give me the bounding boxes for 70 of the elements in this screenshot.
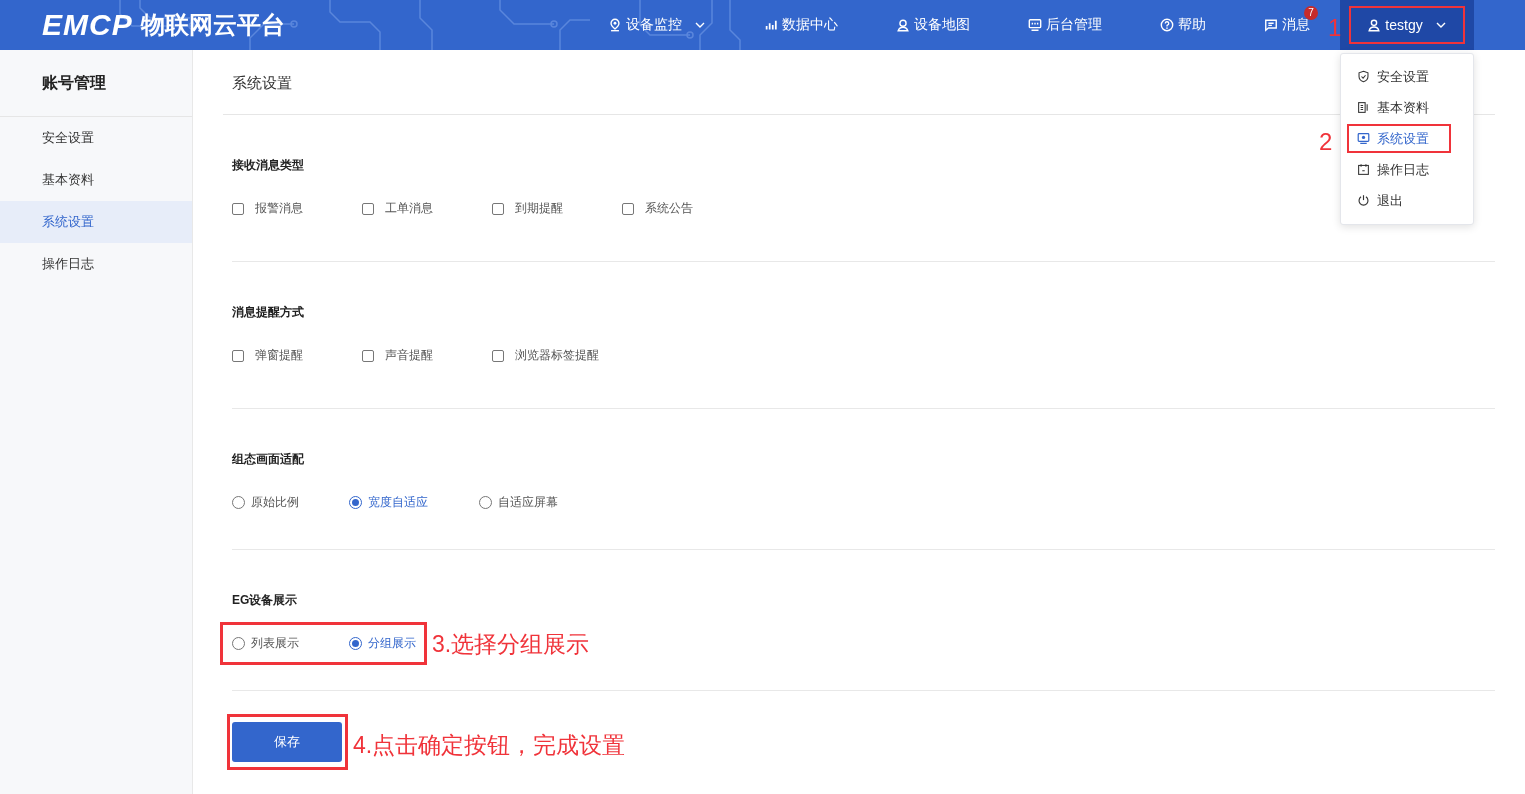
location-pin-icon (608, 18, 622, 32)
option-label: 宽度自适应 (368, 494, 428, 511)
sidebar-item[interactable]: 安全设置 (0, 117, 192, 159)
option-label: 原始比例 (251, 494, 299, 511)
power-icon (1357, 194, 1370, 207)
user-menu-button[interactable]: testgy (1349, 6, 1465, 44)
platform-title: 物联网云平台 (140, 10, 285, 40)
id-card-icon (1357, 101, 1370, 114)
option-label: 列表展示 (251, 635, 299, 652)
checkbox[interactable] (362, 202, 374, 215)
section-title: 消息提醒方式 (232, 304, 304, 321)
option[interactable]: 原始比例 (232, 494, 349, 511)
help-icon (1160, 18, 1174, 32)
option-label: 工单消息 (385, 200, 433, 217)
shield-icon (1357, 70, 1370, 83)
option[interactable]: 报警消息 (232, 200, 362, 217)
option[interactable]: 弹窗提醒 (232, 347, 362, 364)
option[interactable]: 工单消息 (362, 200, 492, 217)
sidebar-item[interactable]: 基本资料 (0, 159, 192, 201)
option[interactable]: 宽度自适应 (349, 494, 479, 511)
option[interactable]: 到期提醒 (492, 200, 622, 217)
option-label: 报警消息 (255, 200, 303, 217)
section-title: 接收消息类型 (232, 157, 304, 174)
notification-badge: 7 (1304, 6, 1318, 20)
option-label: 系统公告 (645, 200, 693, 217)
sidebar-item[interactable]: 操作日志 (0, 243, 192, 285)
checkbox[interactable] (492, 349, 504, 362)
menu-item[interactable]: 操作日志 (1347, 155, 1451, 184)
monitor-icon (1028, 18, 1042, 32)
option[interactable]: 浏览器标签提醒 (492, 347, 622, 364)
option-label: 声音提醒 (385, 347, 433, 364)
annotation-text: 3.选择分组展示 (432, 629, 590, 659)
logo-wordmark: EMCP (42, 8, 133, 42)
annotation-text: 4.点击确定按钮，完成设置 (353, 730, 626, 760)
checkbox[interactable] (492, 202, 504, 215)
nav-link[interactable]: 数据中心 (764, 16, 838, 34)
nav-link[interactable]: 设备监控 (608, 16, 706, 34)
section-title: EG设备展示 (232, 592, 298, 609)
menu-item[interactable]: 安全设置 (1347, 62, 1451, 91)
user-icon (896, 18, 910, 32)
nav-link[interactable]: 帮助 (1160, 16, 1206, 34)
sidebar-title: 账号管理 (0, 50, 192, 117)
step-number: 1 (1328, 16, 1342, 40)
option-label: 弹窗提醒 (255, 347, 303, 364)
option-label: 到期提醒 (515, 200, 563, 217)
message-icon (1264, 18, 1278, 32)
checkbox[interactable] (622, 202, 634, 215)
checkbox[interactable] (362, 349, 374, 362)
checkbox[interactable] (232, 202, 244, 215)
checkbox[interactable] (232, 349, 244, 362)
nav-link[interactable]: 设备地图 (896, 16, 970, 34)
sidebar-item[interactable]: 系统设置 (0, 201, 192, 243)
step-number: 2 (1319, 130, 1333, 154)
save-button[interactable]: 保存 (232, 722, 342, 762)
option-label: 分组展示 (368, 635, 416, 652)
monitor-icon (1357, 132, 1370, 145)
menu-item[interactable]: 退出 (1347, 186, 1451, 215)
bar-chart-icon (764, 18, 778, 32)
option[interactable]: 系统公告 (622, 200, 752, 217)
option[interactable]: 声音提醒 (362, 347, 492, 364)
nav-link[interactable]: 后台管理 (1028, 16, 1102, 34)
section-title: 组态画面适配 (232, 451, 304, 468)
option[interactable]: 自适应屏幕 (479, 494, 596, 511)
menu-item[interactable]: 基本资料 (1347, 93, 1451, 122)
calendar-icon (1357, 163, 1370, 176)
option-label: 自适应屏幕 (498, 494, 558, 511)
user-icon (1367, 18, 1382, 32)
option-label: 浏览器标签提醒 (515, 347, 599, 364)
option[interactable]: 分组展示 (349, 635, 416, 652)
option[interactable]: 列表展示 (232, 635, 349, 652)
